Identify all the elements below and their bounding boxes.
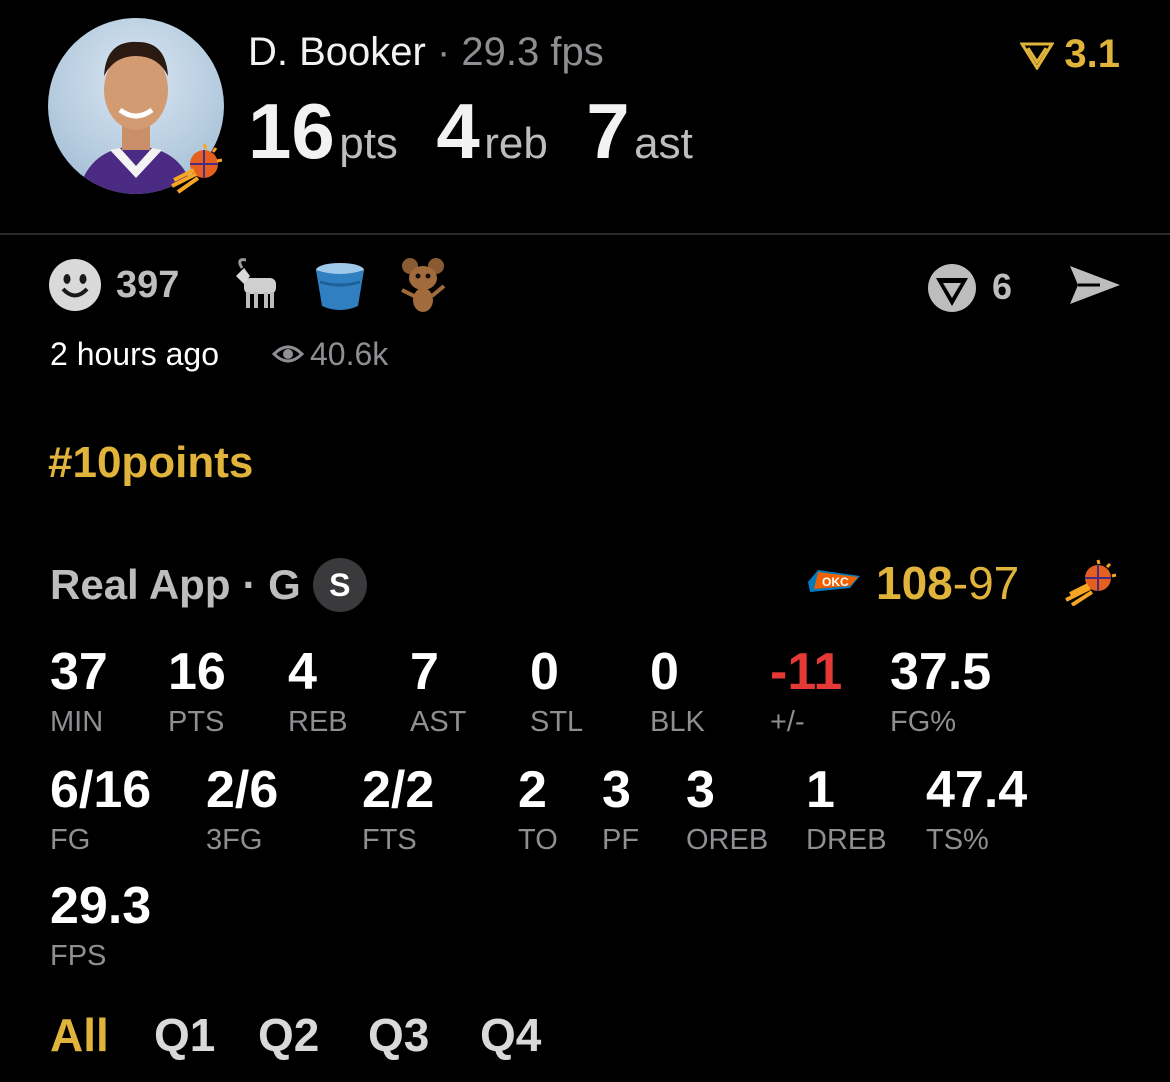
player-name[interactable]: D. Booker [248, 30, 426, 74]
okc-logo-icon: OKC [806, 562, 862, 602]
game-source[interactable]: Real App [50, 561, 230, 609]
stat-value: 47.4 [926, 761, 1028, 819]
eye-icon [271, 340, 305, 368]
stat-label: 3FG [206, 824, 263, 856]
stat-label: DREB [806, 824, 887, 856]
stat-value: 0 [530, 643, 559, 701]
cartoon-mouse-icon[interactable] [398, 256, 448, 314]
hashtag-link[interactable]: #10points [48, 438, 253, 488]
stat-oreb: 3 OREB [686, 764, 768, 855]
stat-value: 6/16 [50, 761, 152, 819]
stat-label: PF [602, 824, 640, 856]
stat-value: 2/6 [206, 761, 279, 819]
stat-label: AST [410, 706, 467, 738]
stat-label: TO [518, 824, 558, 856]
headline-pts-label: pts [339, 119, 398, 168]
stat-label: FG% [890, 706, 957, 738]
headline-stats: 16 pts 4 reb 7 ast [248, 92, 693, 170]
svg-text:OKC: OKC [822, 575, 849, 589]
stat-value: 3 [686, 761, 715, 819]
headline-ast-value: 7 [586, 87, 630, 175]
stat-value: 2 [518, 761, 547, 819]
stat-value: 0 [650, 643, 679, 701]
stat-label: OREB [686, 824, 769, 856]
tab-q3[interactable]: Q3 [368, 1008, 429, 1062]
rating-logo-icon [1020, 42, 1055, 70]
stat-value: -11 [770, 643, 843, 701]
tab-q1[interactable]: Q1 [154, 1008, 215, 1062]
reaction-count: 397 [116, 264, 180, 306]
real-logo-icon[interactable] [926, 262, 978, 314]
stat-plus-minus: -11 +/- [770, 646, 842, 737]
stat-value: 1 [806, 761, 835, 819]
starter-badge: S [312, 558, 367, 612]
stat-label: BLK [650, 706, 705, 738]
stat-label: FG [50, 824, 91, 856]
headline-reb-value: 4 [436, 87, 480, 175]
stat-min: 37 MIN [50, 646, 108, 737]
headline-reb-label: reb [484, 119, 548, 168]
stat-label: MIN [50, 706, 104, 738]
stat-ts-pct: 47.4 TS% [926, 764, 1027, 855]
stat-value: 3 [602, 761, 631, 819]
stat-reb: 4 REB [288, 646, 348, 737]
tab-q4[interactable]: Q4 [480, 1008, 541, 1062]
score-separator: - [952, 557, 969, 609]
stat-value: 37.5 [890, 643, 992, 701]
headline-ast-label: ast [634, 119, 693, 168]
stat-blk: 0 BLK [650, 646, 705, 737]
rating[interactable]: 3.1 [1020, 32, 1120, 77]
stat-fg-pct: 37.5 FG% [890, 646, 991, 737]
final-score: 108-97 [876, 556, 1019, 610]
share-count: 6 [992, 266, 1013, 307]
stat-value: 29.3 [50, 877, 152, 935]
suns-team-badge-icon [168, 140, 228, 195]
stat-fps: 29.3 FPS [50, 880, 151, 971]
divider [0, 233, 1170, 235]
stat-ast: 7 AST [410, 646, 466, 737]
goat-icon[interactable] [230, 256, 288, 314]
player-position: · G [242, 561, 301, 608]
player-fps-line: · 29.3 fps [436, 30, 604, 74]
smiley-icon[interactable] [48, 258, 102, 312]
stat-label: TS% [926, 824, 989, 856]
suns-logo-icon [1064, 558, 1122, 607]
tab-all[interactable]: All [50, 1008, 109, 1062]
view-count: 40.6k [310, 336, 389, 372]
rating-value: 3.1 [1064, 32, 1120, 76]
send-icon[interactable] [1066, 262, 1122, 308]
stat-value: 2/2 [362, 761, 435, 819]
player-title: D. Booker · 29.3 fps [248, 28, 604, 76]
score-winner: 108 [876, 557, 953, 609]
stat-label: FPS [50, 940, 107, 972]
stat-value: 16 [168, 643, 226, 701]
stat-label: REB [288, 706, 348, 738]
stat-label: PTS [168, 706, 225, 738]
stat-value: 37 [50, 643, 108, 701]
stat-dreb: 1 DREB [806, 764, 887, 855]
stat-pts: 16 PTS [168, 646, 226, 737]
tab-q2[interactable]: Q2 [258, 1008, 319, 1062]
stat-label: FTS [362, 824, 417, 856]
post-time: 2 hours ago [50, 336, 220, 372]
stat-pf: 3 PF [602, 764, 639, 855]
stat-to: 2 TO [518, 764, 558, 855]
stat-label: STL [530, 706, 584, 738]
bucket-icon[interactable] [312, 258, 368, 314]
game-source-line: Real App · G S [50, 558, 367, 612]
stat-fts: 2/2 FTS [362, 764, 434, 855]
stat-3fg: 2/6 3FG [206, 764, 278, 855]
headline-pts-value: 16 [248, 87, 335, 175]
stat-stl: 0 STL [530, 646, 583, 737]
stat-label: +/- [770, 706, 805, 738]
stat-fg: 6/16 FG [50, 764, 151, 855]
score-loser: 97 [968, 557, 1020, 609]
stat-value: 7 [410, 643, 439, 701]
stat-value: 4 [288, 643, 317, 701]
